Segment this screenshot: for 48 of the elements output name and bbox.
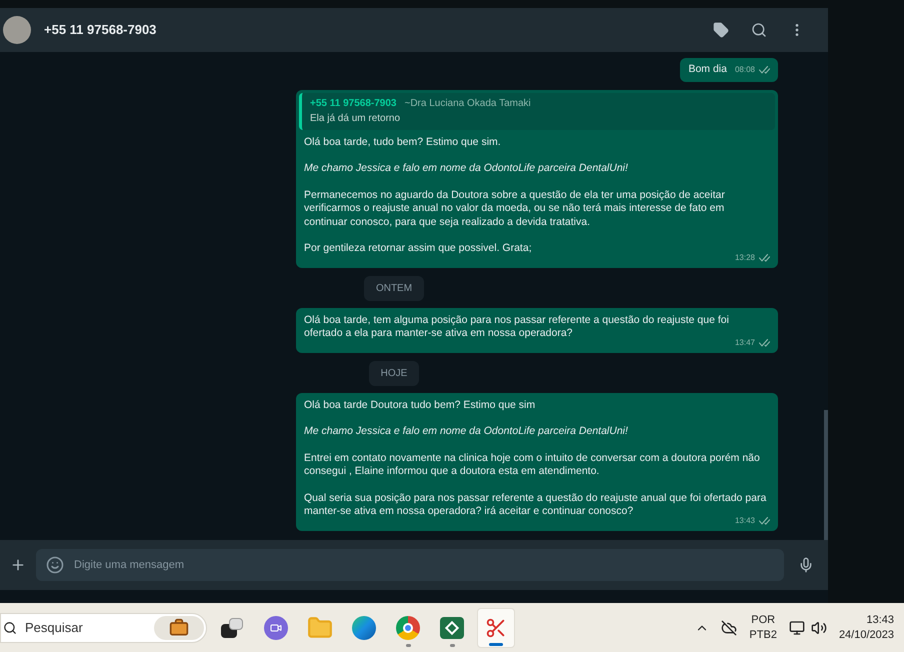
microphone-icon[interactable] [798,557,814,573]
quoted-message[interactable]: +55 11 97568-7903 ~Dra Luciana Okada Tamaki Ela já dá um retorno [299,92,775,130]
message-text: Por gentileza retornar assim que possivel. Grata; [304,242,533,256]
quoted-text: Ela já dá um retorno [310,112,402,126]
message-text: Entrei em contato novamente na clinica hoje com o intuito de conversar com a doutora porém não consegui , Elaine informou que a doutora esta em atendimento. [304,452,761,478]
date-separator: ONTEM [364,276,424,300]
label-icon[interactable] [713,22,729,38]
emoji-icon[interactable] [46,556,64,574]
spreadsheet-icon [440,616,464,638]
clock[interactable]: 13:43 24/10/2023 [838,612,894,642]
input-field[interactable]: Digite uma mensagem [74,556,774,574]
date-separator: HOJE [368,360,420,386]
plus-icon[interactable] [10,557,26,573]
windows-icon [221,618,243,638]
cloud-off-icon[interactable] [721,620,738,636]
quoted-name: ~Dra Luciana Okada Tamaki [404,96,531,110]
browser-icon [352,616,376,640]
running-indicator [489,642,503,646]
message-time: 08:08 [734,64,755,76]
taskbar-search[interactable]: Pesquisar [0,612,207,642]
input-field[interactable]: Pesquisar [25,618,125,638]
network-icon[interactable] [788,620,805,636]
message-text: Olá boa tarde Doutora tudo bem? Estimo que sim [304,398,536,412]
folder-icon [307,614,333,640]
message-text: Qual seria sua posição para nos passar referente a questão do reajuste anual que foi ofertado para manter-se ativa em nossa operadora? irá aceitar e continuar conosco? [304,492,768,517]
briefcase-icon [154,616,204,640]
volume-icon[interactable] [810,620,827,636]
message-text: Permanecemos no aguardo da Doutora sobre a questão de ela ter uma posição de aceitar verificarmos o reajuste anual no valor da moeda, ou se não terá mais interesse de fato em continuar conosco, para que seja realizado a devida tratativa. [304,188,726,229]
message-time: 13:28 [734,252,755,264]
scrollbar[interactable] [824,410,828,540]
message-text: Olá boa tarde, tem alguma posição para nos passar referente a questão do reajuste que foi ofertado a ela para manter-se ativa em nossa operadora? [304,314,730,340]
message-text: Me chamo Jessica e falo em nome da OdontoLife parceira DentalUni! [304,162,629,176]
quoted-sender: +55 11 97568-7903 [310,96,396,110]
message-text: Me chamo Jessica e falo em nome da OdontoLife parceira DentalUni! [304,425,629,438]
message-time: 13:47 [734,337,755,349]
running-indicator [450,644,454,646]
message-text: Bom dia [688,63,727,76]
scissors-icon [485,616,507,638]
browser-icon [396,616,420,640]
video-call-icon [264,616,288,640]
contact-name[interactable]: +55 11 97568-7903 [44,20,156,40]
message-text: Olá boa tarde, tudo bem? Estimo que sim. [304,136,502,149]
message-input[interactable]: Digite uma mensagem [36,549,784,581]
search-icon[interactable] [751,22,767,38]
search-icon [3,620,17,634]
running-indicator [406,644,410,646]
message-time: 13:43 [734,515,755,527]
language-indicator[interactable]: POR PTB2 [749,612,777,642]
